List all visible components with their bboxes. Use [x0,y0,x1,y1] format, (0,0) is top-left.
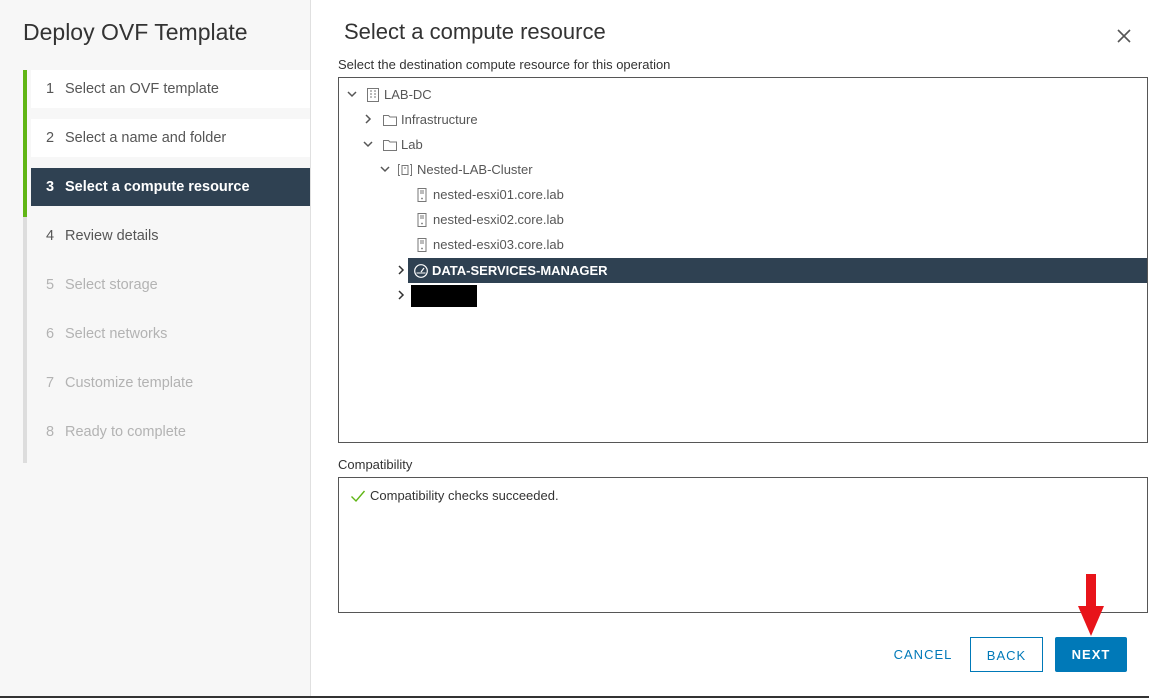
tree-node-infrastructure-folder[interactable]: Infrastructure [339,107,639,132]
wizard-step-1[interactable]: 1 Select an OVF template [31,70,310,108]
annotation-arrow-icon [1078,574,1104,636]
wizard-step-7: 7 Customize template [31,364,310,402]
chevron-right-icon[interactable] [362,113,374,125]
wizard-step-8: 8 Ready to complete [31,413,310,451]
tree-node-resource-pool-selected[interactable]: DATA-SERVICES-MANAGER [408,258,1147,283]
wizard-step-6: 6 Select networks [31,315,310,353]
tree-node-cluster[interactable]: Nested-LAB-Cluster [339,157,639,182]
tree-node-label: nested-esxi02.core.lab [433,212,564,227]
compatibility-panel: Compatibility checks succeeded. [338,477,1148,613]
step-number: 7 [46,375,55,391]
chevron-right-icon[interactable] [395,264,407,276]
chevron-down-icon[interactable] [379,163,391,175]
close-button[interactable] [1112,24,1136,48]
datacenter-icon [367,88,379,102]
tree-node-host[interactable]: nested-esxi01.core.lab [339,182,639,207]
tree-node-lab-folder[interactable]: Lab [339,132,639,157]
tree-node-host[interactable]: nested-esxi03.core.lab [339,232,639,257]
step-label: Select storage [65,277,158,293]
tree-node-host[interactable]: nested-esxi02.core.lab [339,207,639,232]
folder-icon [383,115,397,126]
tree-node-label: Infrastructure [401,112,478,127]
back-button[interactable]: BACK [970,637,1043,672]
wizard-sidebar: Deploy OVF Template 1 Select an OVF templ… [0,0,311,698]
step-number: 4 [46,228,55,244]
wizard-step-4[interactable]: 4 Review details [31,217,310,255]
check-icon [351,490,366,503]
wizard-step-3[interactable]: 3 Select a compute resource [31,168,310,206]
resource-pool-icon [414,264,428,278]
cancel-button[interactable]: CANCEL [884,637,962,672]
step-number: 5 [46,277,55,293]
folder-icon [383,140,397,151]
tree-node-label: LAB-DC [384,87,432,102]
tree-node-label: Nested-LAB-Cluster [417,162,533,177]
step-label: Select an OVF template [65,81,219,97]
step-label: Review details [65,228,159,244]
chevron-right-icon[interactable] [395,289,407,301]
wizard-title: Deploy OVF Template [23,19,248,45]
wizard-steps: 1 Select an OVF template 2 Select a name a… [23,70,310,463]
step-label: Select a name and folder [65,130,227,146]
step-label: Select a compute resource [65,179,250,195]
wizard-step-2[interactable]: 2 Select a name and folder [31,119,310,157]
compute-resource-tree: LAB-DC Infrastructure Lab Nested-LAB-Clu… [338,77,1148,443]
compatibility-label: Compatibility [338,457,413,472]
tree-node-label: Lab [401,137,423,152]
close-icon [1117,29,1131,43]
tree-node-label: nested-esxi01.core.lab [433,187,564,202]
chevron-down-icon[interactable] [362,138,374,150]
compatibility-message: Compatibility checks succeeded. [370,488,559,503]
redacted-tree-node[interactable] [411,285,477,307]
step-label: Customize template [65,375,194,391]
host-icon [417,238,427,252]
tree-node-label: DATA-SERVICES-MANAGER [432,263,608,278]
tree-node-datacenter[interactable]: LAB-DC [339,82,639,107]
step-number: 3 [46,179,55,195]
cluster-icon [398,164,412,176]
host-icon [417,213,427,227]
tree-node-label: nested-esxi03.core.lab [433,237,564,252]
chevron-down-icon[interactable] [346,88,358,100]
step-label: Ready to complete [65,424,186,440]
step-rail-completed [23,70,27,217]
step-number: 1 [46,81,55,97]
instruction-text: Select the destination compute resource … [338,57,671,72]
page-title: Select a compute resource [344,19,606,44]
step-number: 2 [46,130,55,146]
step-label: Select networks [65,326,168,342]
next-button[interactable]: NEXT [1055,637,1127,672]
step-number: 6 [46,326,55,342]
wizard-step-5: 5 Select storage [31,266,310,304]
step-number: 8 [46,424,55,440]
host-icon [417,188,427,202]
